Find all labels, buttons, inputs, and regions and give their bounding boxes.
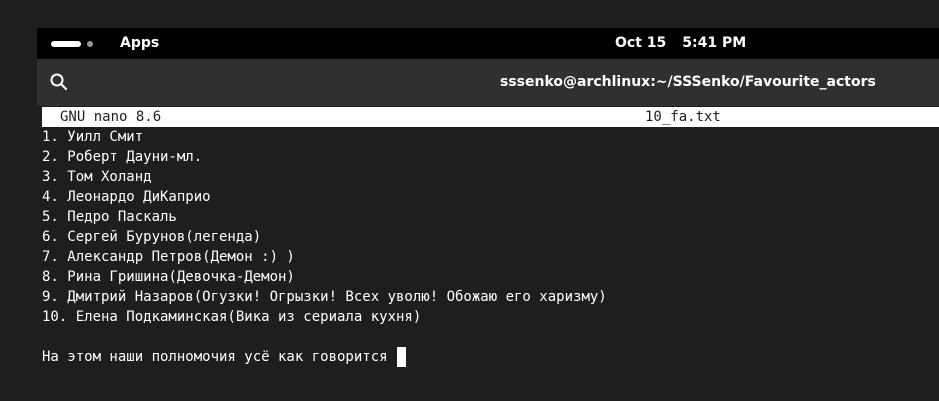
text-line: 6. Сергей Бурунов(легенда) [42,229,262,245]
nano-filename: 10_fa.txt [645,109,721,125]
current-edit-line[interactable]: На этом наши полномочия усё как говоритс… [42,347,406,367]
current-line-text: На этом наши полномочия усё как говоритс… [42,349,388,365]
clock-time: 5:41 PM [682,35,747,51]
nano-title-bar: GNU nano 8.6 10_fa.txt [42,107,939,127]
active-workspace-pill [51,41,81,47]
text-line: 9. Дмитрий Назаров(Огузки! Огрызки! Всех… [42,289,607,305]
text-line: 2. Роберт Дауни-мл. [42,149,203,165]
inactive-workspace-dot [87,41,93,47]
workspace-indicator[interactable] [51,41,93,47]
window-title: sssenko@archlinux:~/SSSenko/Favourite_ac… [500,74,876,90]
terminal-header-bar: sssenko@archlinux:~/SSSenko/Favourite_ac… [37,59,939,106]
search-icon [50,73,68,91]
text-line: 7. Александр Петров(Демон :) ) [42,249,295,265]
text-line: 4. Леонардо ДиКаприо [42,189,211,205]
file-content[interactable]: 1. Уилл Смит 2. Роберт Дауни-мл. 3. Том … [42,127,607,327]
text-line: 1. Уилл Смит [42,129,144,145]
text-cursor [396,347,406,367]
terminal-area[interactable]: GNU nano 8.6 10_fa.txt 1. Уилл Смит 2. Р… [37,106,939,401]
text-line: 10. Елена Подкаминская(Вика из сериала к… [42,309,422,325]
apps-menu-button[interactable]: Apps [120,28,159,59]
clock[interactable]: Oct 15 5:41 PM [615,28,746,59]
top-panel: Apps Oct 15 5:41 PM [37,28,939,59]
clock-date: Oct 15 [615,35,667,51]
text-line: 8. Рина Гришина(Девочка-Демон) [42,269,295,285]
text-line: 3. Том Холанд [42,169,152,185]
nano-version: GNU nano 8.6 [60,109,162,125]
desktop-screen: Apps Oct 15 5:41 PM sssenko@archlinux:~/S… [0,0,939,401]
search-button[interactable] [47,70,71,94]
text-line: 5. Педро Паскаль [42,209,177,225]
